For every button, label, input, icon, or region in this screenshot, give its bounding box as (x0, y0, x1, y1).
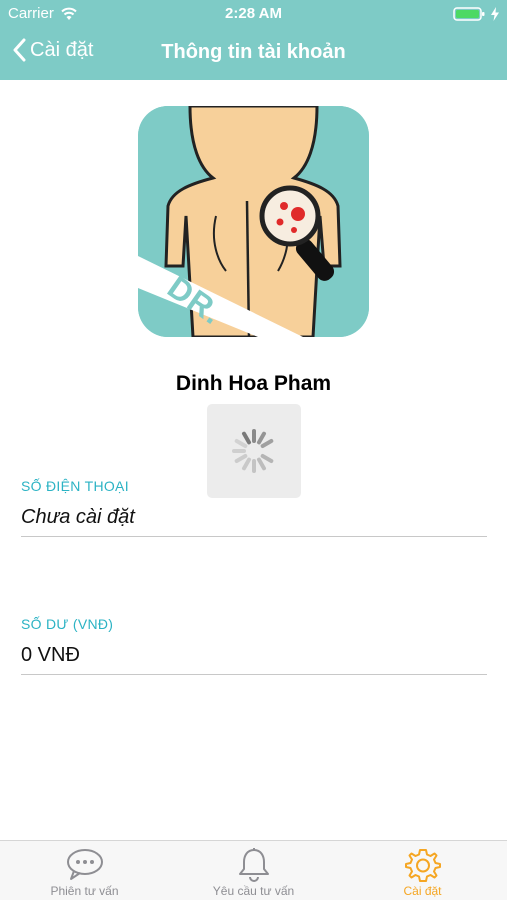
phone-label: SỐ ĐIỆN THOẠI (21, 478, 129, 494)
status-right (453, 6, 499, 22)
tab-requests[interactable]: Yêu cầu tư vấn (169, 841, 338, 900)
back-button-label: Cài đặt (30, 38, 94, 61)
balance-value: 0 VNĐ (21, 644, 80, 666)
tab-sessions-label: Phiên tư vấn (50, 884, 119, 898)
tab-sessions[interactable]: Phiên tư vấn (0, 841, 169, 900)
loading-indicator (207, 404, 301, 498)
balance-divider (21, 674, 487, 675)
gear-icon (404, 849, 441, 882)
charging-bolt-icon (491, 7, 499, 21)
phone-divider (21, 536, 487, 537)
user-name: Dinh Hoa Pham (175, 372, 332, 395)
spinner-icon (232, 429, 274, 473)
status-bar: Carrier 2:28 AM (0, 0, 507, 28)
balance-label: SỐ DƯ (VNĐ) (21, 616, 114, 632)
chevron-left-icon (13, 38, 26, 62)
tab-requests-label: Yêu cầu tư vấn (212, 884, 295, 898)
tab-bar: Phiên tư vấn Yêu cầu tư vấn Cài đặt (0, 840, 507, 900)
tab-settings[interactable]: Cài đặt (338, 841, 507, 900)
phone-value[interactable]: Chưa cài đặt (21, 506, 135, 529)
bell-icon (238, 848, 269, 882)
chat-bubble-icon (66, 849, 103, 880)
battery-icon (453, 7, 485, 21)
avatar: DR. (138, 106, 369, 337)
status-time: 2:28 AM (225, 5, 282, 22)
navigation-bar: Cài đặt Thông tin tài khoản (0, 28, 507, 80)
tab-settings-label: Cài đặt (403, 884, 442, 898)
back-button[interactable]: Cài đặt (12, 38, 93, 62)
